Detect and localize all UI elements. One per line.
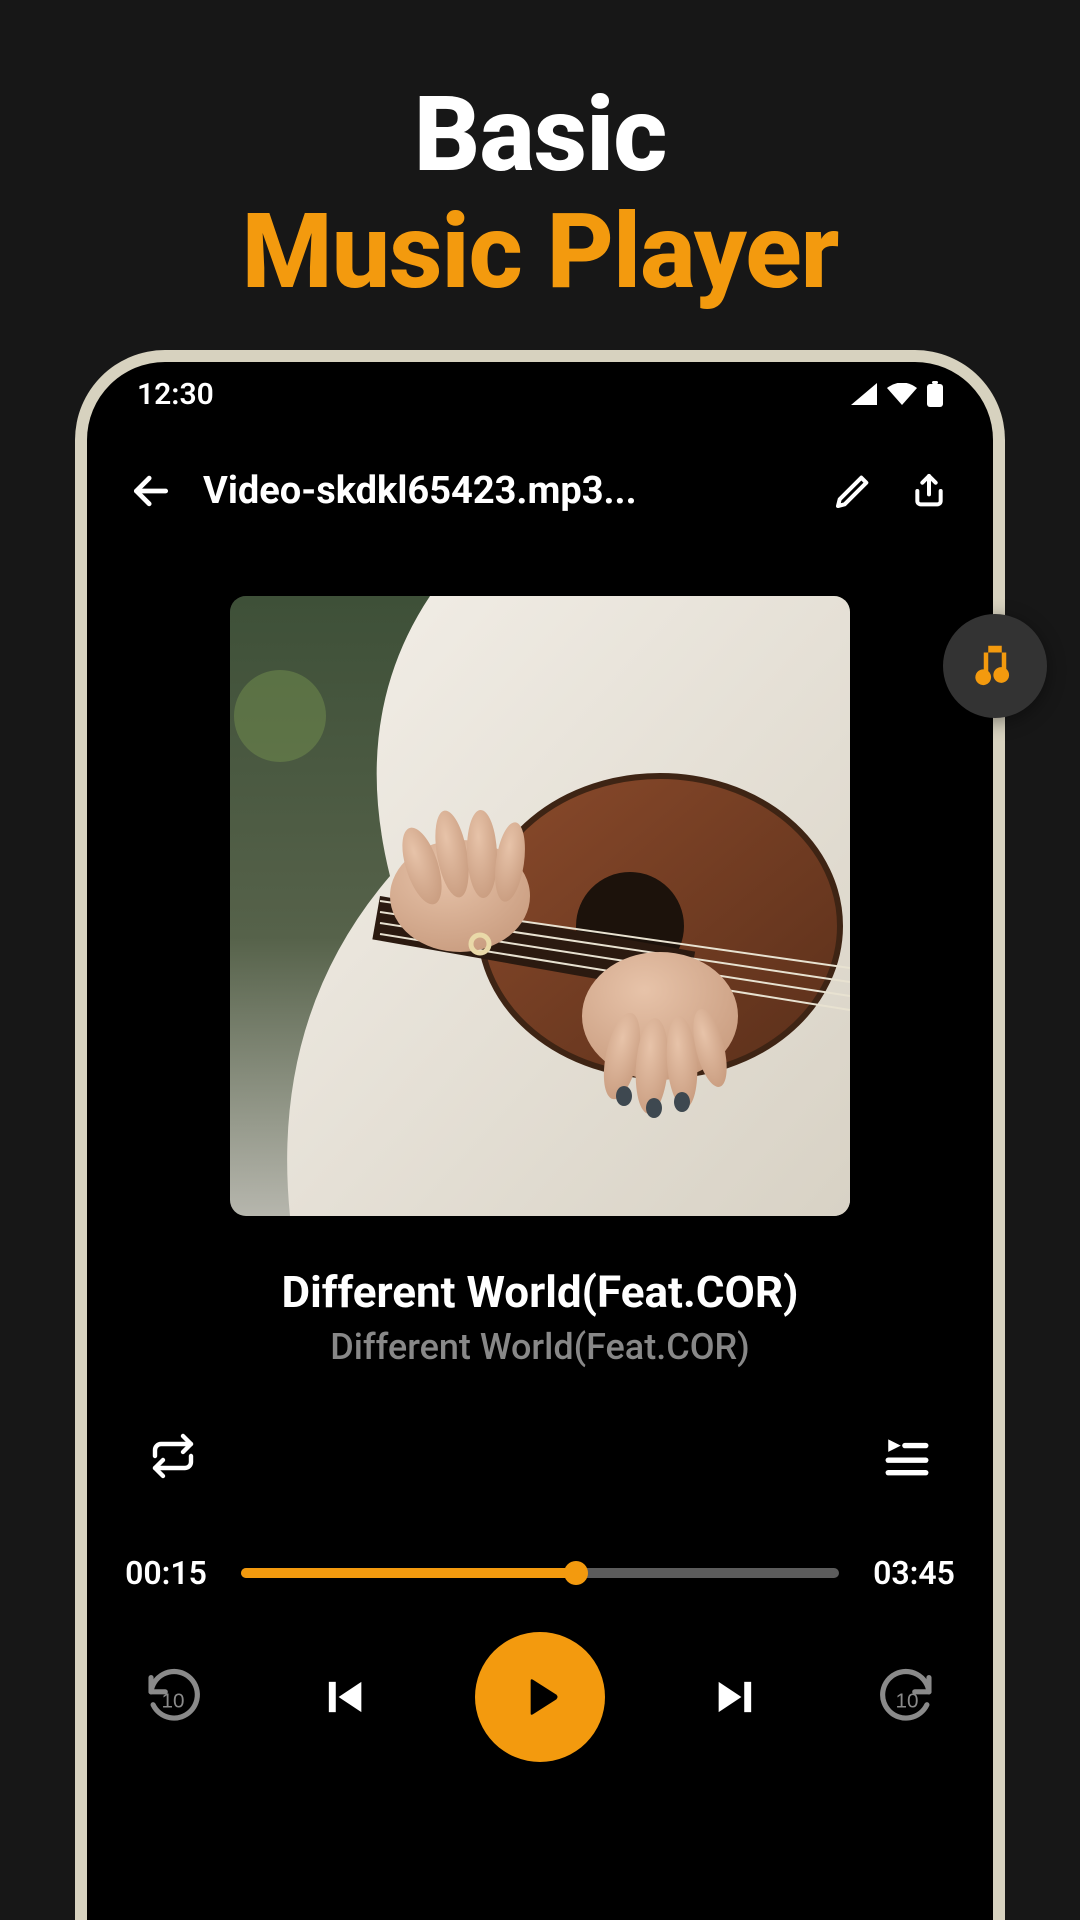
- playlist-icon: [882, 1431, 932, 1481]
- elapsed-time: 00:15: [121, 1554, 211, 1592]
- previous-button[interactable]: [304, 1657, 384, 1737]
- album-art: [230, 596, 850, 1216]
- play-button[interactable]: [475, 1632, 605, 1762]
- track-title: Different World(Feat.COR): [87, 1266, 993, 1318]
- track-subtitle: Different World(Feat.COR): [87, 1326, 993, 1368]
- track-info: Different World(Feat.COR) Different Worl…: [87, 1266, 993, 1368]
- file-title: Video-skdkl65423.mp3...: [203, 469, 801, 513]
- headline-line-2: Music Player: [0, 192, 1080, 313]
- total-time: 03:45: [869, 1554, 959, 1592]
- progress-row: 00:15 03:45: [87, 1554, 993, 1592]
- seek-fill: [241, 1568, 576, 1578]
- skip-next-icon: [710, 1671, 762, 1723]
- app-bar: Video-skdkl65423.mp3...: [87, 446, 993, 536]
- promo-headline: Basic Music Player: [0, 75, 1080, 313]
- share-button[interactable]: [905, 467, 953, 515]
- svg-text:10: 10: [162, 1689, 185, 1712]
- seek-thumb[interactable]: [564, 1561, 588, 1585]
- back-button[interactable]: [127, 467, 175, 515]
- next-button[interactable]: [696, 1657, 776, 1737]
- phone-frame: 12:30 Video-skdkl65423.mp3.: [75, 350, 1005, 1920]
- status-time: 12:30: [137, 377, 214, 412]
- battery-icon: [927, 381, 943, 407]
- repeat-icon: [149, 1432, 197, 1480]
- playback-controls: 10 10: [87, 1632, 993, 1762]
- queue-button[interactable]: [879, 1428, 935, 1484]
- skip-previous-icon: [318, 1671, 370, 1723]
- pencil-icon: [833, 471, 873, 511]
- rewind-10-icon: 10: [142, 1666, 204, 1728]
- svg-text:10: 10: [896, 1689, 919, 1712]
- play-icon: [512, 1669, 568, 1725]
- music-fab[interactable]: [943, 614, 1047, 718]
- arrow-left-icon: [129, 469, 173, 513]
- share-icon: [909, 471, 949, 511]
- forward-10-icon: 10: [876, 1666, 938, 1728]
- headline-line-1: Basic: [0, 75, 1080, 196]
- status-bar: 12:30: [87, 362, 993, 426]
- repeat-button[interactable]: [145, 1428, 201, 1484]
- music-note-icon: [968, 639, 1022, 693]
- wifi-icon: [887, 383, 917, 405]
- cellular-icon: [851, 383, 877, 405]
- edit-button[interactable]: [829, 467, 877, 515]
- rewind-10-button[interactable]: 10: [133, 1657, 213, 1737]
- seek-bar[interactable]: [241, 1561, 839, 1585]
- forward-10-button[interactable]: 10: [867, 1657, 947, 1737]
